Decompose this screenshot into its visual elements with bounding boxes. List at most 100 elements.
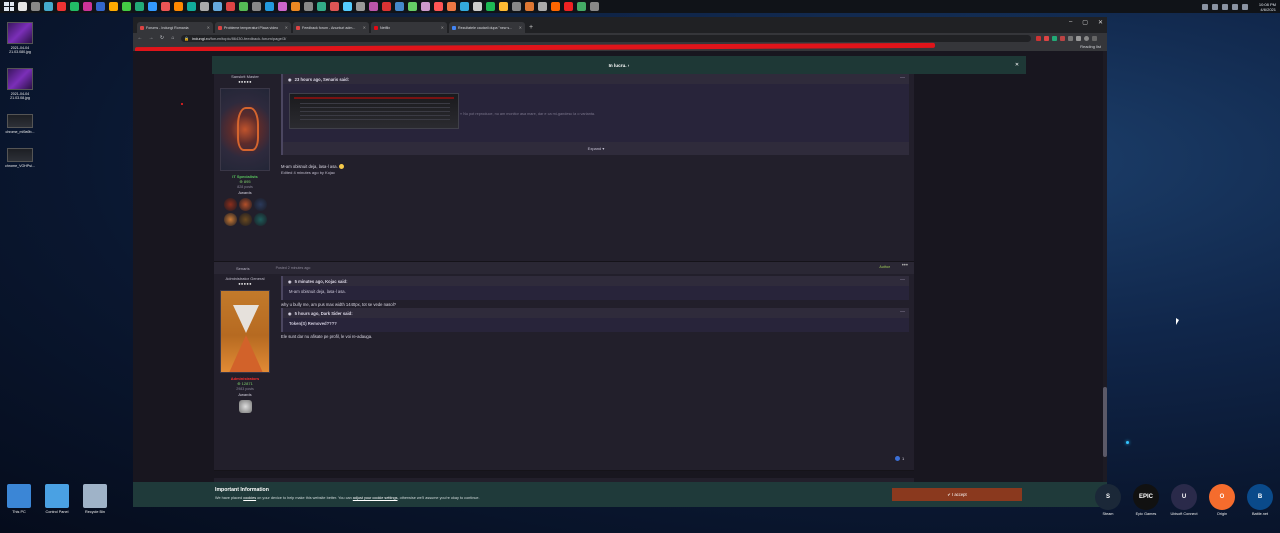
taskbar-app-icon[interactable] (200, 2, 209, 11)
taskbar-app-icon[interactable] (187, 2, 196, 11)
maximize-icon[interactable]: ▢ (1082, 19, 1088, 26)
taskbar-app-icon[interactable] (239, 2, 248, 11)
taskbar-app-icon[interactable] (551, 2, 560, 11)
award-badge-icon[interactable] (238, 198, 252, 211)
tab-close-icon[interactable]: ✕ (363, 25, 366, 30)
taskbar-app-icon[interactable] (278, 2, 287, 11)
launcher-shortcut[interactable]: B Battle.net (1244, 484, 1276, 516)
new-tab-button[interactable]: + (529, 23, 533, 33)
taskbar-app-icon[interactable] (161, 2, 170, 11)
browser-tab[interactable]: Probleme temperaturi Placa video ✕ (215, 22, 291, 33)
cookie-settings-link[interactable]: adjust your cookie settings (353, 496, 398, 500)
quote-arrow-icon[interactable]: ◉ (288, 77, 292, 82)
tray-icon[interactable] (1222, 3, 1228, 10)
extension-icon[interactable] (1068, 35, 1073, 41)
taskbar-app-icon[interactable] (96, 2, 105, 11)
taskbar-app-icon[interactable] (486, 2, 495, 11)
extension-icon[interactable] (1060, 35, 1065, 41)
taskbar-app-icon[interactable] (70, 2, 79, 11)
award-badge-icon[interactable] (253, 213, 267, 226)
quote-collapse-icon[interactable]: — (900, 75, 905, 81)
page-scrollbar[interactable] (1103, 51, 1107, 507)
taskbar-app-icon[interactable] (213, 2, 222, 11)
quote-arrow-icon[interactable]: ◉ (288, 279, 292, 284)
desktop-file[interactable]: 2021-04-04 21.03.08.jpg (3, 68, 37, 100)
browser-tab[interactable]: Feedback forum - Anunturi adm... ✕ (293, 22, 369, 33)
browser-tab[interactable]: Forums - Indungi Romania ✕ (137, 22, 213, 33)
launcher-shortcut[interactable]: U Ubisoft Connect (1168, 484, 1200, 516)
taskbar-app-icon[interactable] (356, 2, 365, 11)
taskbar-app-icon[interactable] (109, 2, 118, 11)
reload-icon[interactable]: ↻ (159, 35, 165, 41)
forward-icon[interactable]: → (148, 35, 154, 41)
tray-icon[interactable] (1242, 3, 1248, 10)
quote-collapse-icon[interactable]: — (900, 277, 905, 283)
taskbar-app-icon[interactable] (434, 2, 443, 11)
desktop-shortcut[interactable]: Control Panel (42, 484, 72, 514)
taskbar-app-icon[interactable] (304, 2, 313, 11)
quote-arrow-icon[interactable]: ◉ (288, 311, 292, 316)
taskbar-app-icon[interactable] (226, 2, 235, 11)
taskbar-app-icon[interactable] (174, 2, 183, 11)
tray-icon[interactable] (1202, 3, 1208, 10)
scrollbar-thumb[interactable] (1103, 387, 1107, 457)
launcher-shortcut[interactable]: O Origin (1206, 484, 1238, 516)
taskbar-app-icon[interactable] (135, 2, 144, 11)
address-bar[interactable]: 🔒 indungi.ro/forum/topic/86430-feedback-… (181, 34, 1031, 42)
taskbar-app-icon[interactable] (317, 2, 326, 11)
taskbar-app-icon[interactable] (252, 2, 261, 11)
taskbar-app-icon[interactable] (83, 2, 92, 11)
tab-close-icon[interactable]: ✕ (441, 25, 444, 30)
desktop-file[interactable]: chrome_mI9a9b... (3, 114, 37, 134)
taskbar-app-icon[interactable] (525, 2, 534, 11)
taskbar-app-icon[interactable] (590, 2, 599, 11)
taskbar-app-icon[interactable] (44, 2, 53, 11)
post-date[interactable]: Posted 2 minutes ago (276, 266, 311, 270)
taskbar-app-icon[interactable] (369, 2, 378, 11)
taskbar-app-icon[interactable] (564, 2, 573, 11)
quoted-screenshot[interactable] (289, 93, 459, 129)
award-badge-icon[interactable] (223, 198, 237, 211)
minimize-icon[interactable]: – (1069, 19, 1072, 26)
taskbar-app-icon[interactable] (408, 2, 417, 11)
taskbar-app-icon[interactable] (538, 2, 547, 11)
taskbar-app-icon[interactable] (460, 2, 469, 11)
taskbar-app-icon[interactable] (291, 2, 300, 11)
taskbar-clock[interactable]: 10:08 PM 4/6/2021 (1252, 2, 1276, 12)
reading-list-button[interactable]: Reading list (1080, 44, 1101, 49)
close-icon[interactable]: ✕ (1098, 19, 1103, 26)
extension-icon[interactable] (1044, 35, 1049, 41)
award-badge-icon[interactable] (238, 213, 252, 226)
taskbar-app-icon[interactable] (18, 2, 27, 11)
browser-tab[interactable]: Rezultatele cautarii dupa "new s... ✕ (449, 22, 525, 33)
taskbar-app-icon[interactable] (330, 2, 339, 11)
desktop-file[interactable]: 2021-04-04 21.03.080.jpg (3, 22, 37, 54)
lock-icon[interactable]: 🔒 (184, 36, 189, 41)
taskbar-app-icon[interactable] (31, 2, 40, 11)
desktop-shortcut[interactable]: This PC (4, 484, 34, 514)
cookies-link[interactable]: cookies (243, 496, 256, 500)
avatar[interactable] (220, 88, 270, 171)
home-icon[interactable]: ⌂ (170, 35, 176, 41)
award-badge-icon[interactable] (253, 198, 267, 211)
taskbar-app-icon[interactable] (343, 2, 352, 11)
tray-icon[interactable] (1212, 3, 1218, 10)
taskbar-app-icon[interactable] (395, 2, 404, 11)
taskbar-app-icon[interactable] (265, 2, 274, 11)
author-name[interactable]: Senaris (236, 266, 250, 271)
launcher-shortcut[interactable]: S Steam (1092, 484, 1124, 516)
profile-avatar[interactable] (1084, 35, 1089, 41)
taskbar-app-icon[interactable] (473, 2, 482, 11)
tab-close-icon[interactable]: ✕ (285, 25, 288, 30)
announcement-bar[interactable]: In lucru. › ✕ (212, 56, 1026, 74)
menu-icon[interactable] (1092, 35, 1097, 41)
extension-icon[interactable] (1036, 35, 1041, 41)
award-badge-icon[interactable] (223, 213, 237, 226)
extension-icon[interactable] (1076, 35, 1081, 41)
back-icon[interactable]: ← (137, 35, 143, 41)
taskbar-app-icon[interactable] (421, 2, 430, 11)
reaction-summary[interactable]: 1 (895, 456, 904, 461)
taskbar-app-icon[interactable] (577, 2, 586, 11)
taskbar-app-icon[interactable] (122, 2, 131, 11)
launcher-shortcut[interactable]: EPIC Epic Games (1130, 484, 1162, 516)
